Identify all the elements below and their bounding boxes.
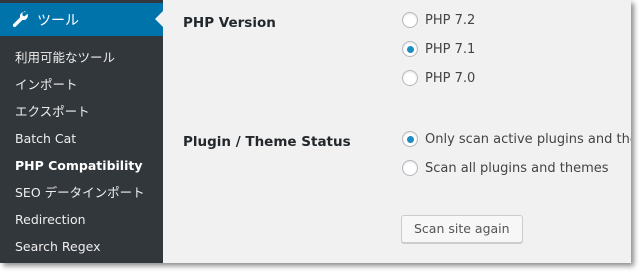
current-menu-pointer <box>155 11 163 27</box>
radio-only-active[interactable]: Only scan active plugins and themes <box>402 131 631 147</box>
tools-submenu: 利用可能なツール インポート エクスポート Batch Cat PHP Comp… <box>0 44 163 260</box>
radio-php-7-1[interactable]: PHP 7.1 <box>402 41 475 57</box>
submenu-item-search-regex[interactable]: Search Regex <box>0 233 163 260</box>
radio-php-7-2[interactable]: PHP 7.2 <box>402 12 475 28</box>
wrench-icon <box>12 11 29 28</box>
menu-tools[interactable]: ツール <box>0 3 163 36</box>
screenshot-frame: ツール 利用可能なツール インポート エクスポート Batch Cat PHP … <box>0 0 631 263</box>
submenu-item-seo-data-import[interactable]: SEO データインポート <box>0 179 163 206</box>
menu-tools-label: ツール <box>37 12 79 29</box>
radio-label: Only scan active plugins and themes <box>425 131 631 147</box>
radio-label: PHP 7.2 <box>425 12 476 28</box>
php-version-label: PHP Version <box>183 15 276 31</box>
submenu-item-import[interactable]: インポート <box>0 71 163 98</box>
scan-site-again-button[interactable]: Scan site again <box>401 215 523 243</box>
settings-panel: PHP Version PHP 7.2 PHP 7.1 PHP 7.0 Plug… <box>163 0 631 263</box>
radio-button[interactable] <box>402 70 418 86</box>
radio-label: PHP 7.1 <box>425 41 476 57</box>
radio-php-7-0[interactable]: PHP 7.0 <box>402 70 475 86</box>
radio-button[interactable] <box>402 160 418 176</box>
radio-label: Scan all plugins and themes <box>425 160 609 176</box>
radio-button-checked[interactable] <box>402 41 418 57</box>
submenu-item-export[interactable]: エクスポート <box>0 98 163 125</box>
submenu-item-php-compatibility[interactable]: PHP Compatibility <box>0 152 163 179</box>
submenu-item-batch-cat[interactable]: Batch Cat <box>0 125 163 152</box>
radio-scan-all[interactable]: Scan all plugins and themes <box>402 160 609 176</box>
radio-button-checked[interactable] <box>402 131 418 147</box>
submenu-item-available-tools[interactable]: 利用可能なツール <box>0 44 163 71</box>
radio-label: PHP 7.0 <box>425 70 476 86</box>
plugin-theme-status-label: Plugin / Theme Status <box>183 134 351 150</box>
submenu-item-redirection[interactable]: Redirection <box>0 206 163 233</box>
radio-button[interactable] <box>402 12 418 28</box>
admin-sidebar: ツール 利用可能なツール インポート エクスポート Batch Cat PHP … <box>0 0 163 263</box>
